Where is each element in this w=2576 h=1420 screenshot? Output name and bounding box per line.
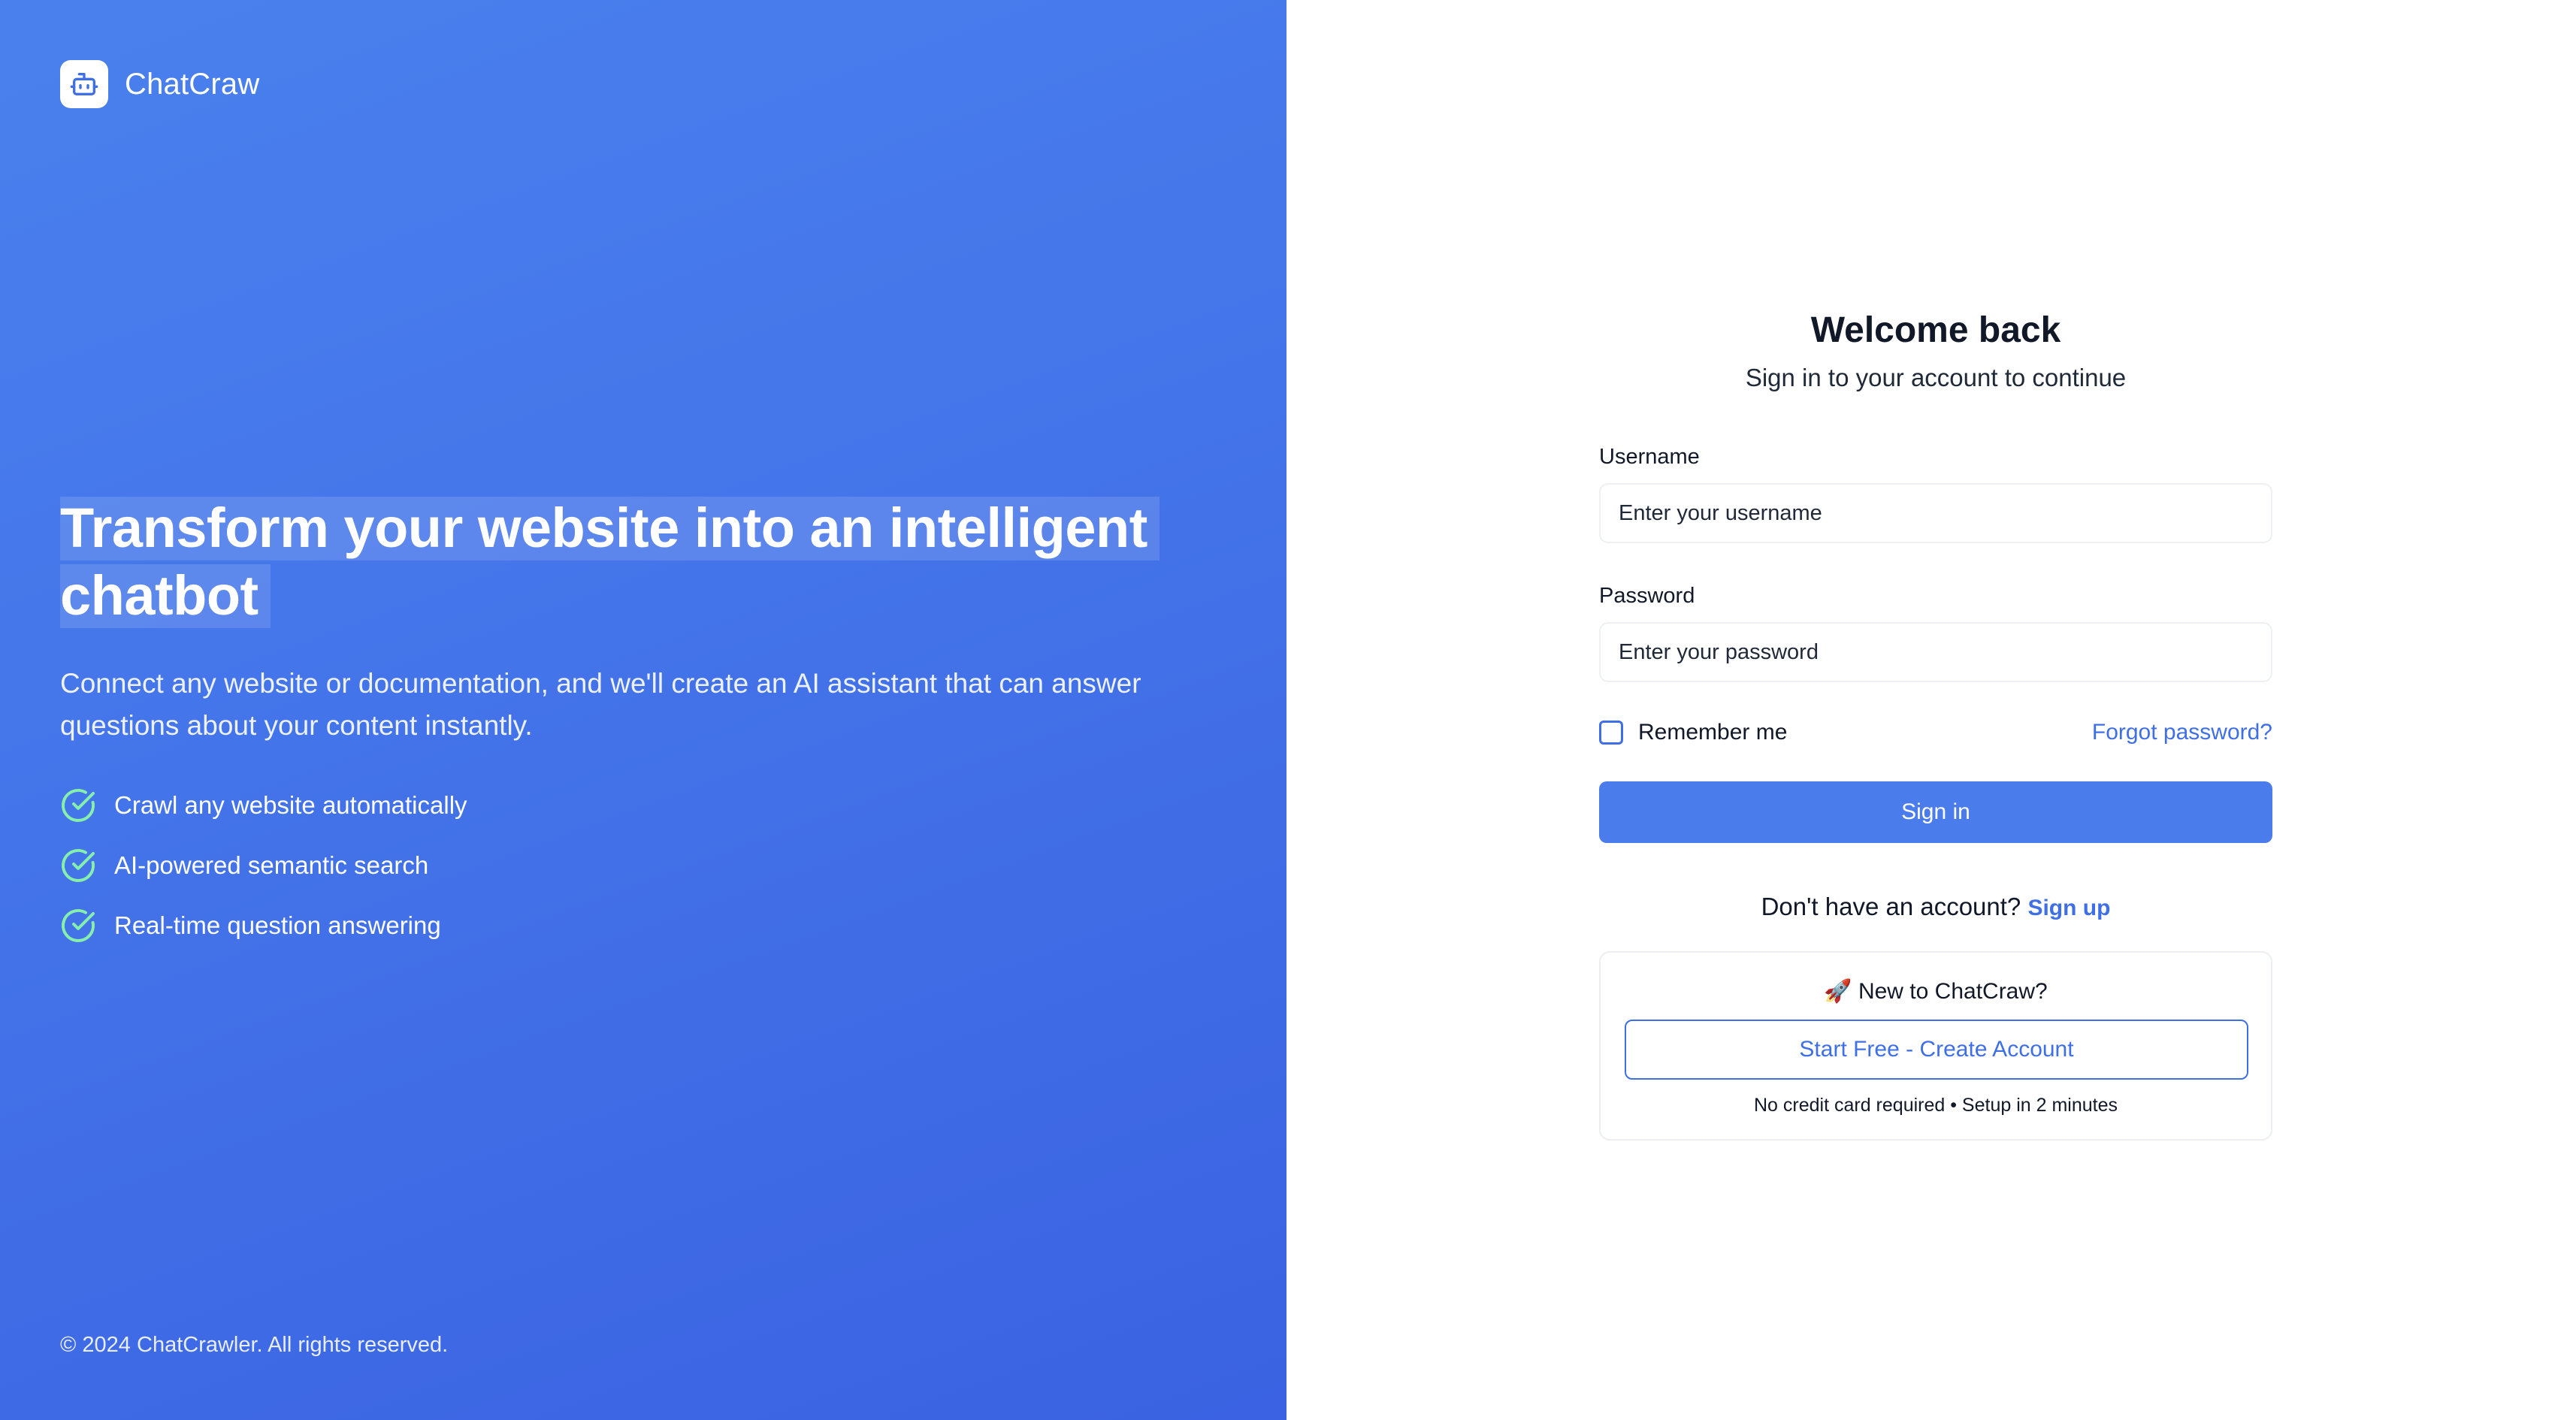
feature-item: AI-powered semantic search <box>60 835 1232 896</box>
signup-prompt-text: Don't have an account? <box>1761 893 2021 920</box>
password-label: Password <box>1599 584 1695 608</box>
feature-label: AI-powered semantic search <box>114 851 429 879</box>
password-field-group: Password <box>1599 584 2272 682</box>
remember-me[interactable]: Remember me <box>1599 720 1787 745</box>
brand-name: ChatCraw <box>125 67 260 101</box>
promo-title: 🚀 New to ChatCraw? <box>1824 979 2048 1004</box>
remember-me-label: Remember me <box>1638 720 1788 745</box>
hero-description: Connect any website or documentation, an… <box>60 668 1141 741</box>
signup-link[interactable]: Sign up <box>2027 896 2110 920</box>
auth-subtitle: Sign in to your account to continue <box>1745 364 2127 391</box>
copyright: © 2024 ChatCrawler. All rights reserved. <box>60 1333 449 1357</box>
create-account-button[interactable]: Start Free - Create Account <box>1625 1020 2248 1080</box>
signin-button[interactable]: Sign in <box>1599 781 2272 843</box>
auth-title: Welcome back <box>1810 310 2061 350</box>
promo-note: No credit card required • Setup in 2 min… <box>1754 1095 2118 1116</box>
feature-label: Crawl any website automatically <box>114 791 467 819</box>
feature-item: Crawl any website automatically <box>60 775 1232 835</box>
auth-panel: Welcome back Sign in to your account to … <box>1286 0 2576 1420</box>
remember-me-checkbox[interactable] <box>1599 721 1623 745</box>
signup-prompt: Don't have an account? Sign up <box>1599 893 2272 921</box>
check-circle-icon <box>62 849 95 882</box>
login-page: ChatCraw Transform your website into an … <box>0 0 2576 1420</box>
hero-title-line-1: Transform your website into an intellige… <box>60 497 1160 560</box>
feature-item: Real-time question answering <box>60 896 1232 956</box>
feature-label: Real-time question answering <box>114 911 441 939</box>
hero-panel: ChatCraw Transform your website into an … <box>0 0 1286 1420</box>
forgot-password-link[interactable]: Forgot password? <box>2092 720 2272 745</box>
robot-icon <box>60 60 108 108</box>
new-user-promo: 🚀 New to ChatCraw? Start Free - Create A… <box>1599 951 2272 1141</box>
form-options: Remember me Forgot password? <box>1599 720 2272 745</box>
feature-list: Crawl any website automatically AI-power… <box>60 775 1232 956</box>
username-input[interactable] <box>1599 483 2272 543</box>
password-input[interactable] <box>1599 622 2272 682</box>
brand[interactable]: ChatCraw <box>60 60 259 108</box>
hero-title-line-2: chatbot <box>60 564 271 628</box>
check-circle-icon <box>62 909 95 942</box>
signin-form: Welcome back Sign in to your account to … <box>1599 301 2272 1141</box>
username-label: Username <box>1599 445 1700 469</box>
hero-content: Transform your website into an intellige… <box>60 494 1232 956</box>
hero-title: Transform your website into an intellige… <box>60 494 1232 630</box>
username-field-group: Username <box>1599 445 2272 543</box>
check-circle-icon <box>62 789 95 822</box>
